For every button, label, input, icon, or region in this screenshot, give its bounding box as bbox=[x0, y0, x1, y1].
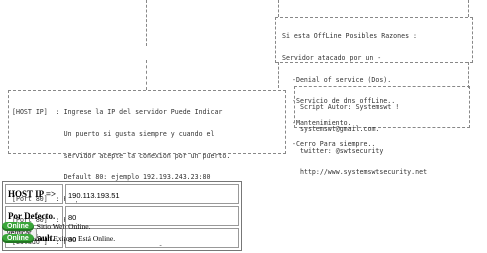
status-web-text: Sitio Web Online. bbox=[36, 222, 91, 231]
status-scan-text: Scan Exitoso Está Online. bbox=[36, 234, 116, 243]
help-line: servidor acepte la conexion por un puert… bbox=[12, 151, 231, 160]
host-ip-label: HOST IP => bbox=[5, 184, 63, 204]
status-scan: Online Scan Exitoso Está Online. bbox=[2, 234, 115, 243]
author-line: http://www.systemswtsecurity.net bbox=[300, 168, 428, 177]
online-badge: Online bbox=[2, 234, 34, 243]
frame-line-right bbox=[468, 0, 469, 17]
author-line: twitter: @swtsecurity bbox=[300, 146, 384, 155]
frame-line-left-lower bbox=[146, 60, 147, 90]
author-box: Script Autor: Systemswt ! systemswt@gmai… bbox=[300, 90, 427, 184]
help-line: Un puerto si gusta siempre y cuando el bbox=[12, 130, 215, 139]
status-web: Online Sitio Web Online. bbox=[2, 222, 90, 231]
frame-line-mid-lower bbox=[278, 62, 279, 88]
host-ip-input[interactable] bbox=[66, 190, 234, 201]
frame-line-right-lower bbox=[468, 62, 469, 88]
author-line: Script Autor: Systemswt ! bbox=[300, 103, 400, 112]
frame-line-mid bbox=[278, 0, 279, 17]
online-badge: Online bbox=[2, 222, 34, 231]
author-line: systemswt@gmail.com. bbox=[300, 125, 380, 134]
help-line: [HOST IP] : Ingrese la IP del servidor P… bbox=[12, 108, 223, 117]
default-port-input[interactable] bbox=[66, 212, 234, 223]
reasons-line: Si esta OffLine Posibles Razones : bbox=[282, 32, 417, 41]
reasons-line: Servidor atacado por un - bbox=[282, 54, 382, 63]
reasons-line: -Denial of service (Dos). bbox=[292, 75, 392, 84]
frame-line-left bbox=[146, 0, 147, 46]
